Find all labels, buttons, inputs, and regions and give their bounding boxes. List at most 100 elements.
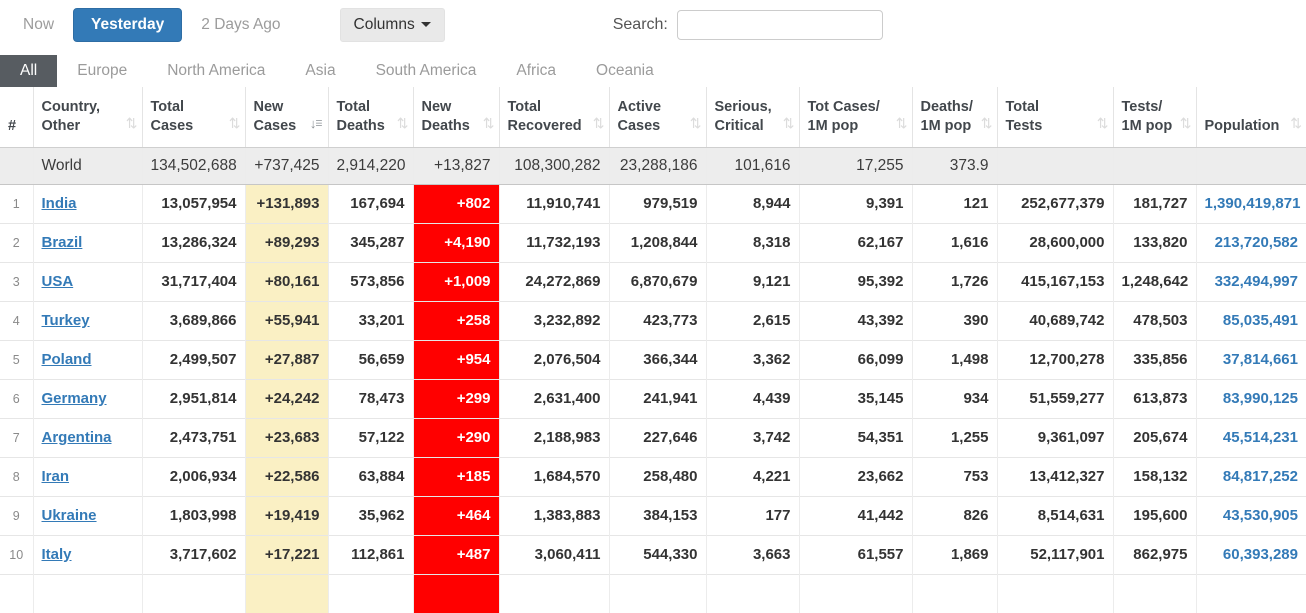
rank-cell: 3 xyxy=(0,261,33,301)
col-header-population[interactable]: Population ⇅ xyxy=(1195,87,1306,148)
tot-cases-1m-cell: 66,099 xyxy=(798,339,912,379)
country-link[interactable]: India xyxy=(42,195,77,212)
population-cell[interactable]: 45,514,231 xyxy=(1195,417,1306,457)
col-header-total-cases[interactable]: Total Cases ⇅ xyxy=(141,87,245,148)
country-link[interactable]: Brazil xyxy=(42,234,83,251)
sort-descending-icon[interactable]: ↓☰ xyxy=(310,114,323,133)
country-link[interactable]: Argentina xyxy=(42,429,112,446)
country-link[interactable]: Iran xyxy=(42,468,70,485)
tot-cases-1m-cell: 17,255 xyxy=(798,146,912,185)
country-link[interactable]: Ukraine xyxy=(42,507,97,524)
table-row: 2 Brazil 13,286,324 +89,293 345,287 +4,1… xyxy=(0,222,1306,262)
tab-all[interactable]: All xyxy=(0,55,58,87)
search-input[interactable] xyxy=(676,10,883,40)
col-header-tests-1m[interactable]: Tests/1M pop ⇅ xyxy=(1112,87,1196,148)
sort-icon[interactable]: ⇅ xyxy=(126,114,138,133)
total-cases-cell: 134,502,688 xyxy=(141,146,245,185)
country-cell: Brazil xyxy=(32,222,142,262)
tot-cases-1m-cell: 43,392 xyxy=(798,300,912,340)
sort-icon[interactable]: ⇅ xyxy=(896,114,908,133)
rank-cell: 2 xyxy=(0,222,33,262)
total-deaths-cell: 57,122 xyxy=(327,417,413,457)
total-deaths-cell xyxy=(327,573,413,613)
table-row: 3 USA 31,717,404 +80,161 573,856 +1,009 … xyxy=(0,261,1306,301)
sort-icon[interactable]: ⇅ xyxy=(1097,114,1109,133)
tab-oceania[interactable]: Oceania xyxy=(576,55,674,87)
population-cell[interactable]: 37,814,661 xyxy=(1195,339,1306,379)
new-cases-cell: +55,941 xyxy=(244,300,328,340)
new-cases-cell: +80,161 xyxy=(244,261,328,301)
tests-1m-cell xyxy=(1112,146,1196,185)
rank-cell: 4 xyxy=(0,300,33,340)
total-cases-cell: 2,499,507 xyxy=(141,339,245,379)
country-link[interactable]: Italy xyxy=(42,546,72,563)
population-cell[interactable]: 213,720,582 xyxy=(1195,222,1306,262)
col-header-new-cases[interactable]: New Cases ↓☰ xyxy=(244,87,328,148)
col-header-total-tests[interactable]: Total Tests ⇅ xyxy=(996,87,1113,148)
population-cell[interactable]: 43,530,905 xyxy=(1195,495,1306,535)
population-cell[interactable]: 332,494,997 xyxy=(1195,261,1306,301)
now-button[interactable]: Now xyxy=(23,16,54,34)
tot-cases-1m-cell: 9,391 xyxy=(798,183,912,223)
sort-icon[interactable]: ⇅ xyxy=(783,114,795,133)
population-cell[interactable] xyxy=(1195,146,1306,185)
new-cases-cell: +23,683 xyxy=(244,417,328,457)
table-row: 5 Poland 2,499,507 +27,887 56,659 +954 2… xyxy=(0,339,1306,379)
col-header-new-deaths[interactable]: New Deaths ⇅ xyxy=(412,87,499,148)
total-cases-cell: 31,717,404 xyxy=(141,261,245,301)
col-header-serious-critical[interactable]: Serious, Critical ⇅ xyxy=(705,87,799,148)
sort-icon[interactable]: ⇅ xyxy=(593,114,605,133)
population-cell[interactable]: 84,817,252 xyxy=(1195,456,1306,496)
country-link[interactable]: USA xyxy=(42,273,74,290)
population-cell[interactable]: 60,393,289 xyxy=(1195,534,1306,574)
tab-south-america[interactable]: South America xyxy=(356,55,497,87)
tests-1m-cell: 195,600 xyxy=(1112,495,1196,535)
tab-asia[interactable]: Asia xyxy=(285,55,355,87)
tab-north-america[interactable]: North America xyxy=(147,55,285,87)
population-cell[interactable] xyxy=(1195,573,1306,613)
col-header-country[interactable]: Country, Other ⇅ xyxy=(32,87,142,148)
tot-cases-1m-cell: 95,392 xyxy=(798,261,912,301)
header-row: # Country, Other ⇅ Total Cases ⇅ New Cases … xyxy=(0,87,1306,148)
serious-critical-cell: 9,121 xyxy=(705,261,799,301)
tests-1m-cell: 478,503 xyxy=(1112,300,1196,340)
col-header-total-recovered[interactable]: Total Recovered ⇅ xyxy=(498,87,609,148)
total-cases-cell: 2,951,814 xyxy=(141,378,245,418)
col-header-deaths-1m[interactable]: Deaths/1M pop ⇅ xyxy=(911,87,997,148)
serious-critical-cell: 3,663 xyxy=(705,534,799,574)
total-tests-cell: 28,600,000 xyxy=(996,222,1113,262)
population-cell[interactable]: 1,390,419,871 xyxy=(1195,183,1306,223)
two-days-ago-button[interactable]: 2 Days Ago xyxy=(201,16,280,34)
tab-africa[interactable]: Africa xyxy=(496,55,576,87)
new-deaths-cell: +13,827 xyxy=(412,146,499,185)
deaths-1m-cell xyxy=(911,573,997,613)
country-link[interactable]: Poland xyxy=(42,351,92,368)
sort-icon[interactable]: ⇅ xyxy=(397,114,409,133)
col-header-active-cases[interactable]: Active Cases ⇅ xyxy=(608,87,706,148)
col-header-tot-cases-1m[interactable]: Tot Cases/1M pop ⇅ xyxy=(798,87,912,148)
col-header-total-deaths[interactable]: Total Deaths ⇅ xyxy=(327,87,413,148)
population-cell[interactable]: 85,035,491 xyxy=(1195,300,1306,340)
sort-icon[interactable]: ⇅ xyxy=(1290,114,1302,133)
sort-icon[interactable]: ⇅ xyxy=(483,114,495,133)
total-deaths-cell: 78,473 xyxy=(327,378,413,418)
sort-icon[interactable]: ⇅ xyxy=(981,114,993,133)
sort-icon[interactable]: ⇅ xyxy=(229,114,241,133)
sort-icon[interactable]: ⇅ xyxy=(1180,114,1192,133)
caret-down-icon xyxy=(420,22,431,28)
population-cell[interactable]: 83,990,125 xyxy=(1195,378,1306,418)
total-tests-cell: 252,677,379 xyxy=(996,183,1113,223)
new-deaths-cell: +954 xyxy=(412,339,499,379)
country-link[interactable]: Germany xyxy=(42,390,107,407)
country-link[interactable]: Turkey xyxy=(42,312,90,329)
tests-1m-cell: 205,674 xyxy=(1112,417,1196,457)
tab-europe[interactable]: Europe xyxy=(57,55,147,87)
region-tabs: All Europe North America Asia South America A… xyxy=(0,55,1306,87)
columns-dropdown-button[interactable]: Columns xyxy=(339,8,445,42)
deaths-1m-cell: 826 xyxy=(911,495,997,535)
rank-cell: 5 xyxy=(0,339,33,379)
yesterday-button[interactable]: Yesterday xyxy=(73,8,183,42)
deaths-1m-cell: 1,616 xyxy=(911,222,997,262)
sort-icon[interactable]: ⇅ xyxy=(690,114,702,133)
total-recovered-cell: 2,631,400 xyxy=(498,378,609,418)
